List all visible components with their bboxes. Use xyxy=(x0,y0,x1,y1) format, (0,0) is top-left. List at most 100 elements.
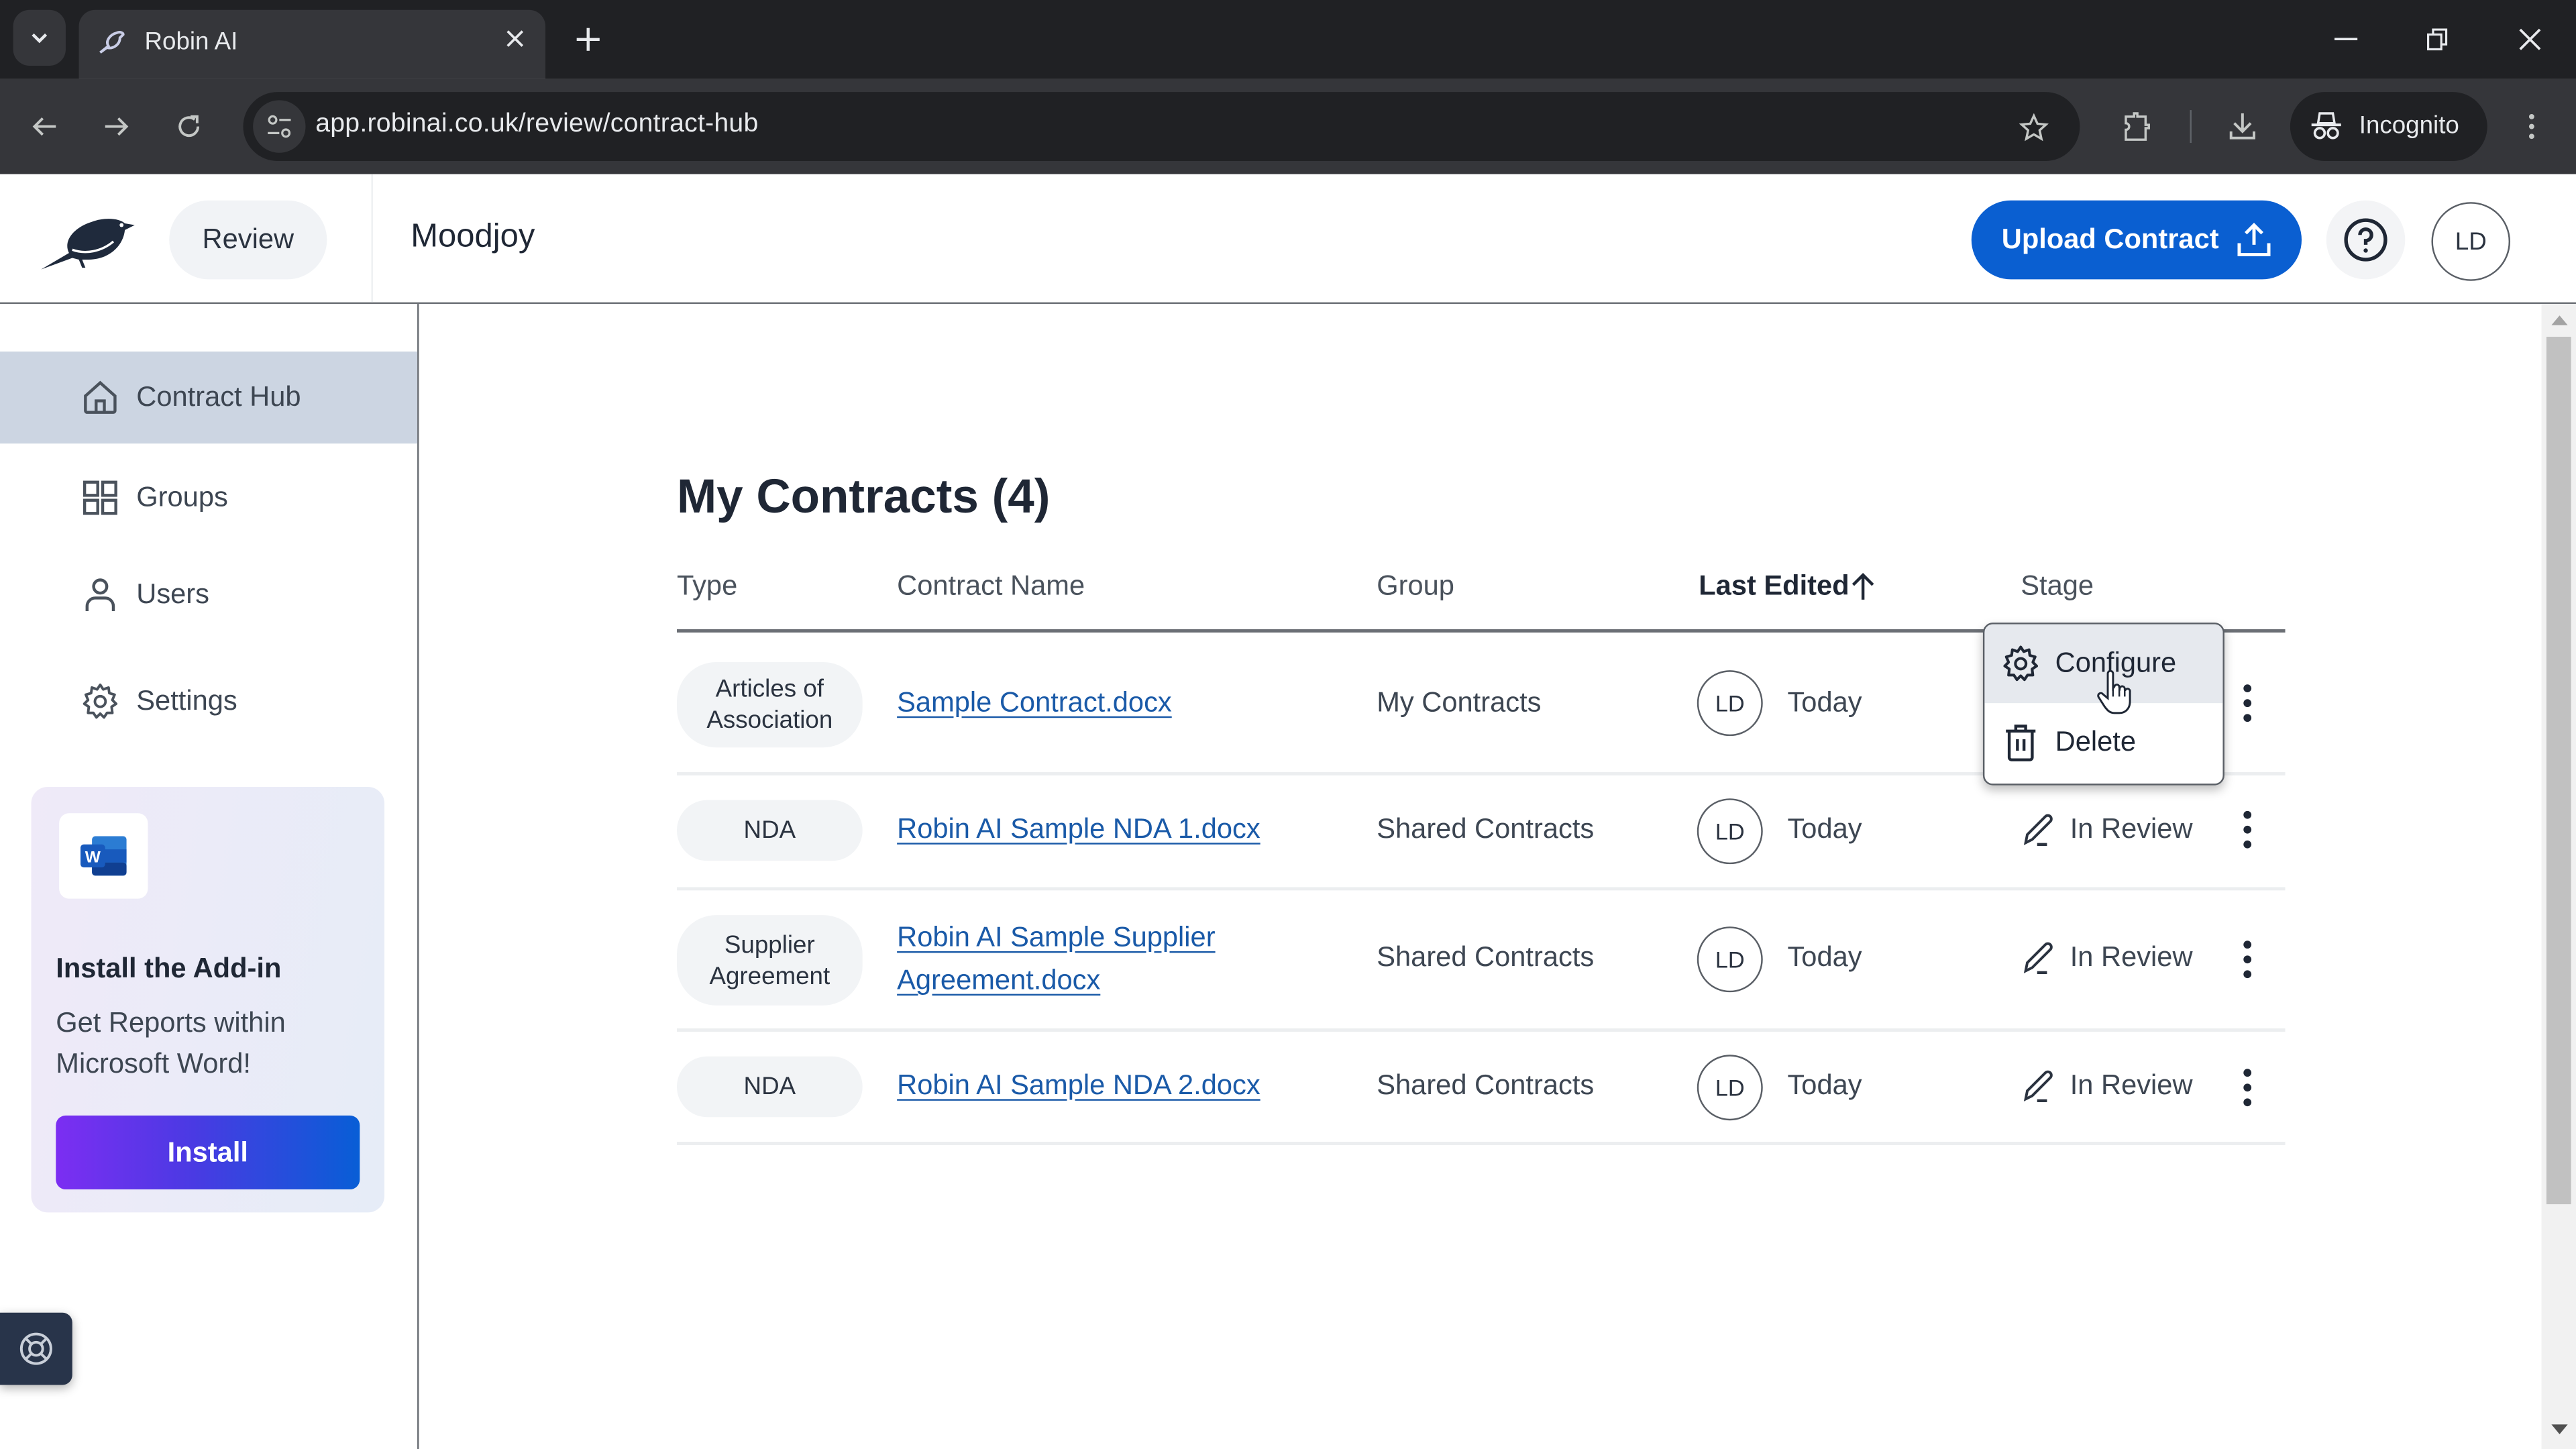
row-divider xyxy=(676,1142,2286,1144)
row-divider xyxy=(676,1028,2286,1031)
column-header-last-edited[interactable]: Last Edited xyxy=(1699,570,1849,603)
browser-tab[interactable]: Robin AI xyxy=(78,9,546,79)
downloads-icon xyxy=(2229,113,2255,140)
addin-description: Get Reports within Microsoft Word! xyxy=(56,1007,286,1079)
contract-type-badge: NDA xyxy=(676,1056,863,1118)
column-header-stage[interactable]: Stage xyxy=(2021,570,2094,603)
upload-contract-button[interactable]: Upload Contract xyxy=(1971,200,2302,280)
contract-type-badge: Supplier Agreement xyxy=(676,915,863,1006)
contract-name-link[interactable]: Sample Contract.docx xyxy=(897,682,1172,724)
close-tab-button[interactable] xyxy=(496,23,533,59)
back-arrow-icon xyxy=(32,117,56,136)
forward-button[interactable] xyxy=(92,102,141,151)
column-header-group[interactable]: Group xyxy=(1377,570,1454,603)
vertical-dots-icon xyxy=(2243,941,2252,979)
review-button[interactable]: Review xyxy=(169,200,327,280)
contract-group: Shared Contracts xyxy=(1377,1069,1595,1101)
stage-label: In Review xyxy=(2070,1069,2193,1101)
app-header: Review Moodjoy Upload Contract LD xyxy=(0,174,2576,305)
upload-icon xyxy=(2237,223,2270,257)
addin-promo-card: W Install the Add-in Get Reports within … xyxy=(31,787,385,1213)
sidebar-item-label: Contract Hub xyxy=(136,381,301,413)
support-button[interactable] xyxy=(0,1312,72,1385)
header-divider xyxy=(371,174,373,303)
downloads-button[interactable] xyxy=(2218,102,2267,151)
extensions-icon xyxy=(2125,112,2150,141)
contract-type-badge: NDA xyxy=(676,800,863,861)
tab-search-button[interactable] xyxy=(13,9,66,66)
contract-name-link[interactable]: Robin AI Sample Supplier Agreement.docx xyxy=(897,917,1226,1002)
stage-status: In Review xyxy=(2021,940,2193,976)
extensions-button[interactable] xyxy=(2112,102,2161,151)
scrollbar-thumb[interactable] xyxy=(2546,337,2571,1205)
chevron-down-icon xyxy=(32,33,48,44)
row-divider xyxy=(676,887,2286,890)
arrow-up-icon[interactable] xyxy=(1850,572,1876,601)
editor-avatar: LD xyxy=(1697,798,1763,865)
contract-group: My Contracts xyxy=(1377,686,1542,718)
close-icon xyxy=(506,30,523,47)
gear-icon xyxy=(2001,644,2041,684)
site-settings-icon xyxy=(268,115,291,138)
sidebar-item-users[interactable]: Users xyxy=(0,549,417,641)
home-icon xyxy=(80,378,120,417)
page-scrollbar[interactable] xyxy=(2541,304,2576,1449)
close-window-button[interactable] xyxy=(2497,13,2563,66)
sidebar-item-contract-hub[interactable]: Contract Hub xyxy=(0,352,418,444)
minimize-button[interactable] xyxy=(2313,13,2379,66)
caret-up-icon xyxy=(2551,315,2567,325)
help-circle-icon xyxy=(2344,218,2387,262)
last-edited-date: Today xyxy=(1787,941,1862,973)
back-button[interactable] xyxy=(19,102,68,151)
close-icon xyxy=(2519,28,2541,50)
url-text[interactable]: app.robinai.co.uk/review/contract-hub xyxy=(315,110,758,140)
browser-tab-bar: Robin AI xyxy=(0,0,2576,79)
vertical-dots-icon xyxy=(2243,684,2252,722)
incognito-indicator[interactable]: Incognito xyxy=(2290,92,2487,162)
stage-status: In Review xyxy=(2021,1068,2193,1104)
contract-group: Shared Contracts xyxy=(1377,941,1595,973)
grid-icon xyxy=(80,478,120,518)
contract-name-link[interactable]: Robin AI Sample NDA 1.docx xyxy=(897,808,1260,851)
reload-icon xyxy=(178,115,200,138)
row-actions-button[interactable] xyxy=(2228,934,2267,983)
scroll-down-button[interactable] xyxy=(2548,1421,2569,1437)
menu-item-label: Delete xyxy=(2055,726,2137,757)
user-avatar[interactable]: LD xyxy=(2431,202,2511,281)
address-bar[interactable]: app.robinai.co.uk/review/contract-hub xyxy=(243,92,2080,162)
row-actions-button[interactable] xyxy=(2228,1063,2267,1112)
contract-type-badge: Articles of Association xyxy=(676,661,863,748)
sidebar-item-settings[interactable]: Settings xyxy=(0,655,417,747)
svg-text:W: W xyxy=(85,849,101,867)
lifebuoy-icon xyxy=(19,1332,52,1365)
addin-title: Install the Add-in xyxy=(56,953,282,984)
reload-button[interactable] xyxy=(164,102,213,151)
restore-button[interactable] xyxy=(2405,13,2471,66)
pencil-icon xyxy=(2023,942,2053,975)
minimize-icon xyxy=(2334,38,2358,41)
contract-name-link[interactable]: Robin AI Sample NDA 2.docx xyxy=(897,1065,1260,1108)
sidebar-item-label: Groups xyxy=(136,481,228,513)
column-header-type[interactable]: Type xyxy=(677,570,737,603)
editor-avatar: LD xyxy=(1697,670,1763,737)
site-info-button[interactable] xyxy=(253,100,306,153)
sidebar-item-groups[interactable]: Groups xyxy=(0,451,417,543)
stage-label: In Review xyxy=(2070,813,2193,845)
toolbar-separator xyxy=(2190,110,2192,144)
column-header-contract-name[interactable]: Contract Name xyxy=(897,570,1085,603)
vertical-dots-icon xyxy=(2528,113,2534,140)
new-tab-button[interactable] xyxy=(565,16,611,62)
robin-logo-icon[interactable] xyxy=(40,213,138,272)
scroll-up-button[interactable] xyxy=(2548,312,2569,328)
row-actions-button[interactable] xyxy=(2228,805,2267,854)
help-button[interactable] xyxy=(2326,200,2406,280)
sidebar: Contract Hub Groups Users Settings W Ins… xyxy=(0,304,419,1449)
stage-status: In Review xyxy=(2021,812,2193,848)
row-actions-button[interactable] xyxy=(2228,678,2267,727)
sidebar-item-label: Users xyxy=(136,578,210,610)
microsoft-word-icon: W xyxy=(59,813,148,899)
trash-icon xyxy=(2001,723,2041,763)
install-button[interactable]: Install xyxy=(56,1115,360,1190)
browser-menu-button[interactable] xyxy=(2507,102,2556,151)
bookmark-button[interactable] xyxy=(2011,105,2057,152)
